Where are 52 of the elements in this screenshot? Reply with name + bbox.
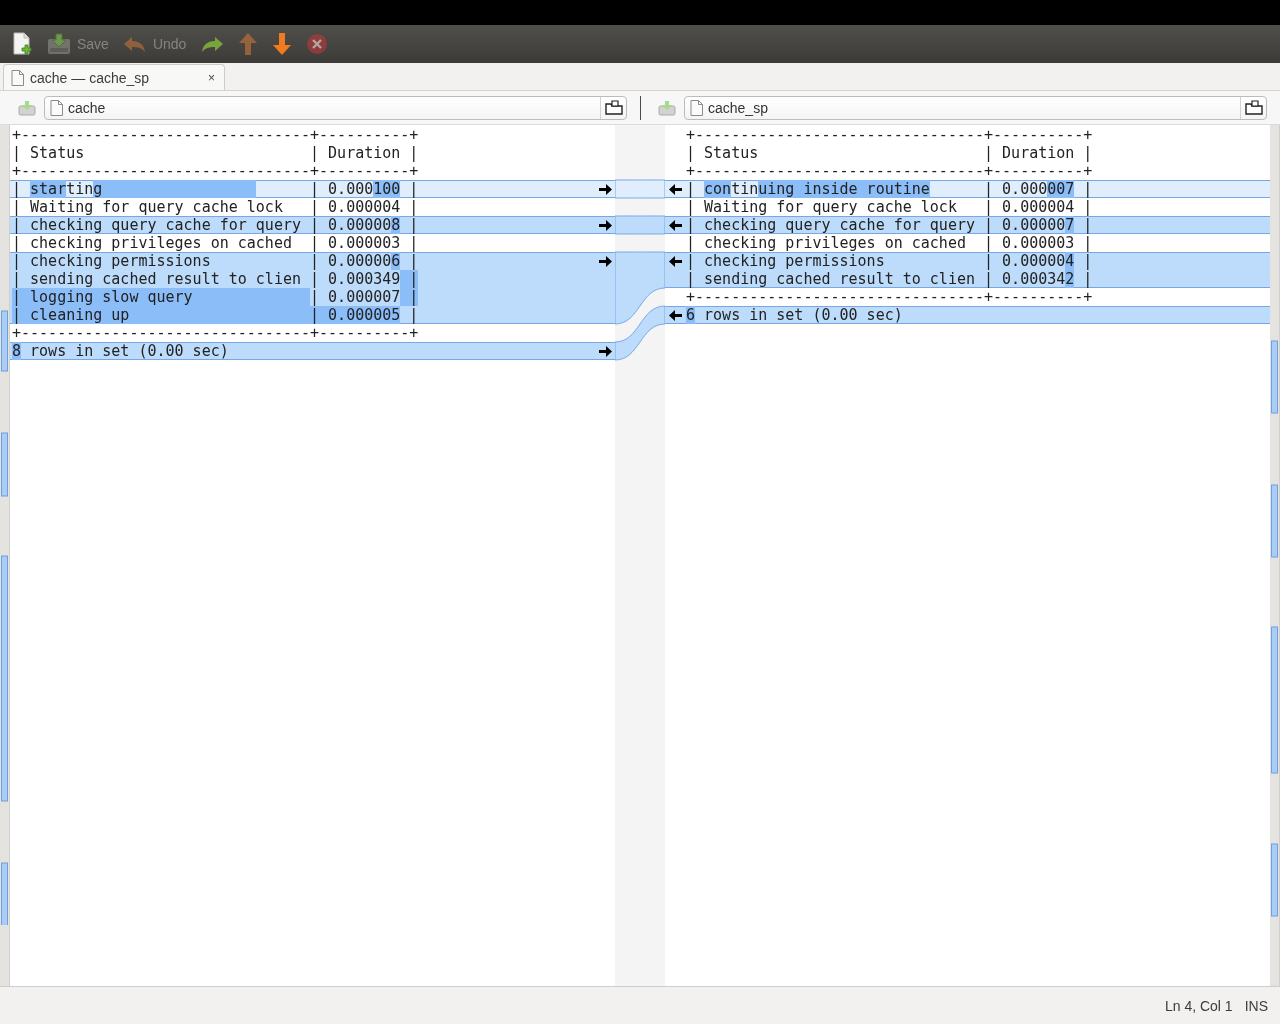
open-file-button[interactable] <box>600 96 626 119</box>
left-arrow-icon[interactable] <box>668 219 682 231</box>
line-text: | continuing inside routine | 0.000007 | <box>685 180 1093 198</box>
left-arrow-icon[interactable] <box>668 255 682 267</box>
new-document-icon <box>11 32 33 56</box>
cursor-position: Ln 4, Col 1 <box>1164 997 1233 1014</box>
document-tab[interactable]: cache — cache_sp × <box>3 64 225 90</box>
line-text: | Waiting for query cache lock | 0.000004 | <box>685 198 1093 216</box>
line-text: | checking privileges on cached | 0.000003 | <box>685 234 1093 252</box>
tab-label: cache — cache_sp <box>30 69 151 86</box>
folder-icon <box>1244 100 1263 115</box>
line-text: +--------------------------------+----------+ <box>685 162 1093 180</box>
disk-icon <box>47 33 71 55</box>
left-arrow-icon[interactable] <box>668 183 682 195</box>
right-arrow-icon[interactable] <box>598 219 612 231</box>
line-text: +--------------------------------+----------+ <box>11 324 420 342</box>
file-icon <box>690 99 703 116</box>
line-text: | sending cached result to clien | 0.000342 | <box>685 270 1093 288</box>
line-text: 8 rows in set (0.00 sec) <box>11 342 230 360</box>
file-icon <box>11 69 24 86</box>
folder-icon <box>604 100 623 115</box>
line-text: 6 rows in set (0.00 sec) <box>685 306 903 324</box>
open-file-button[interactable] <box>1240 96 1266 119</box>
line-text: | Status | Duration | <box>11 144 420 162</box>
line-text: | Status | Duration | <box>685 144 1093 162</box>
circle-x-icon <box>306 33 329 55</box>
right-arrow-icon[interactable] <box>598 345 612 357</box>
line-text: | checking query cache for query | 0.000007 | <box>685 216 1093 234</box>
line-text: | checking permissions | 0.000006 | <box>11 252 420 270</box>
line-text: | logging slow query | 0.000007 | <box>11 288 420 306</box>
file-field[interactable]: cache_sp <box>684 95 1267 120</box>
right-arrow-icon[interactable] <box>598 255 612 267</box>
file-icon <box>50 99 63 116</box>
down-arrow-icon <box>272 32 293 56</box>
line-text: +--------------------------------+----------+ <box>11 162 420 180</box>
redo-icon <box>200 34 225 54</box>
line-text: | checking permissions | 0.000004 | <box>685 252 1093 270</box>
line-text: +--------------------------------+----------+ <box>685 126 1093 144</box>
line-text: | sending cached result to clien | 0.000349 | <box>11 270 420 288</box>
up-arrow-icon <box>238 32 259 56</box>
file-field[interactable]: cache <box>44 95 627 120</box>
line-text: +--------------------------------+----------+ <box>11 126 420 144</box>
right-arrow-icon[interactable] <box>598 183 612 195</box>
line-text: | checking privileges on cached | 0.000003 | <box>11 234 420 252</box>
line-text: | starting | 0.000100 | <box>11 180 420 198</box>
line-text: | Waiting for query cache lock | 0.000004 | <box>11 198 420 216</box>
undo-icon <box>122 34 147 54</box>
line-text: | checking query cache for query | 0.000008 | <box>11 216 420 234</box>
line-text: +--------------------------------+----------+ <box>685 288 1093 306</box>
left-arrow-icon[interactable] <box>668 309 682 321</box>
close-button[interactable]: × <box>206 70 217 85</box>
insert-mode: INS <box>1244 997 1268 1014</box>
